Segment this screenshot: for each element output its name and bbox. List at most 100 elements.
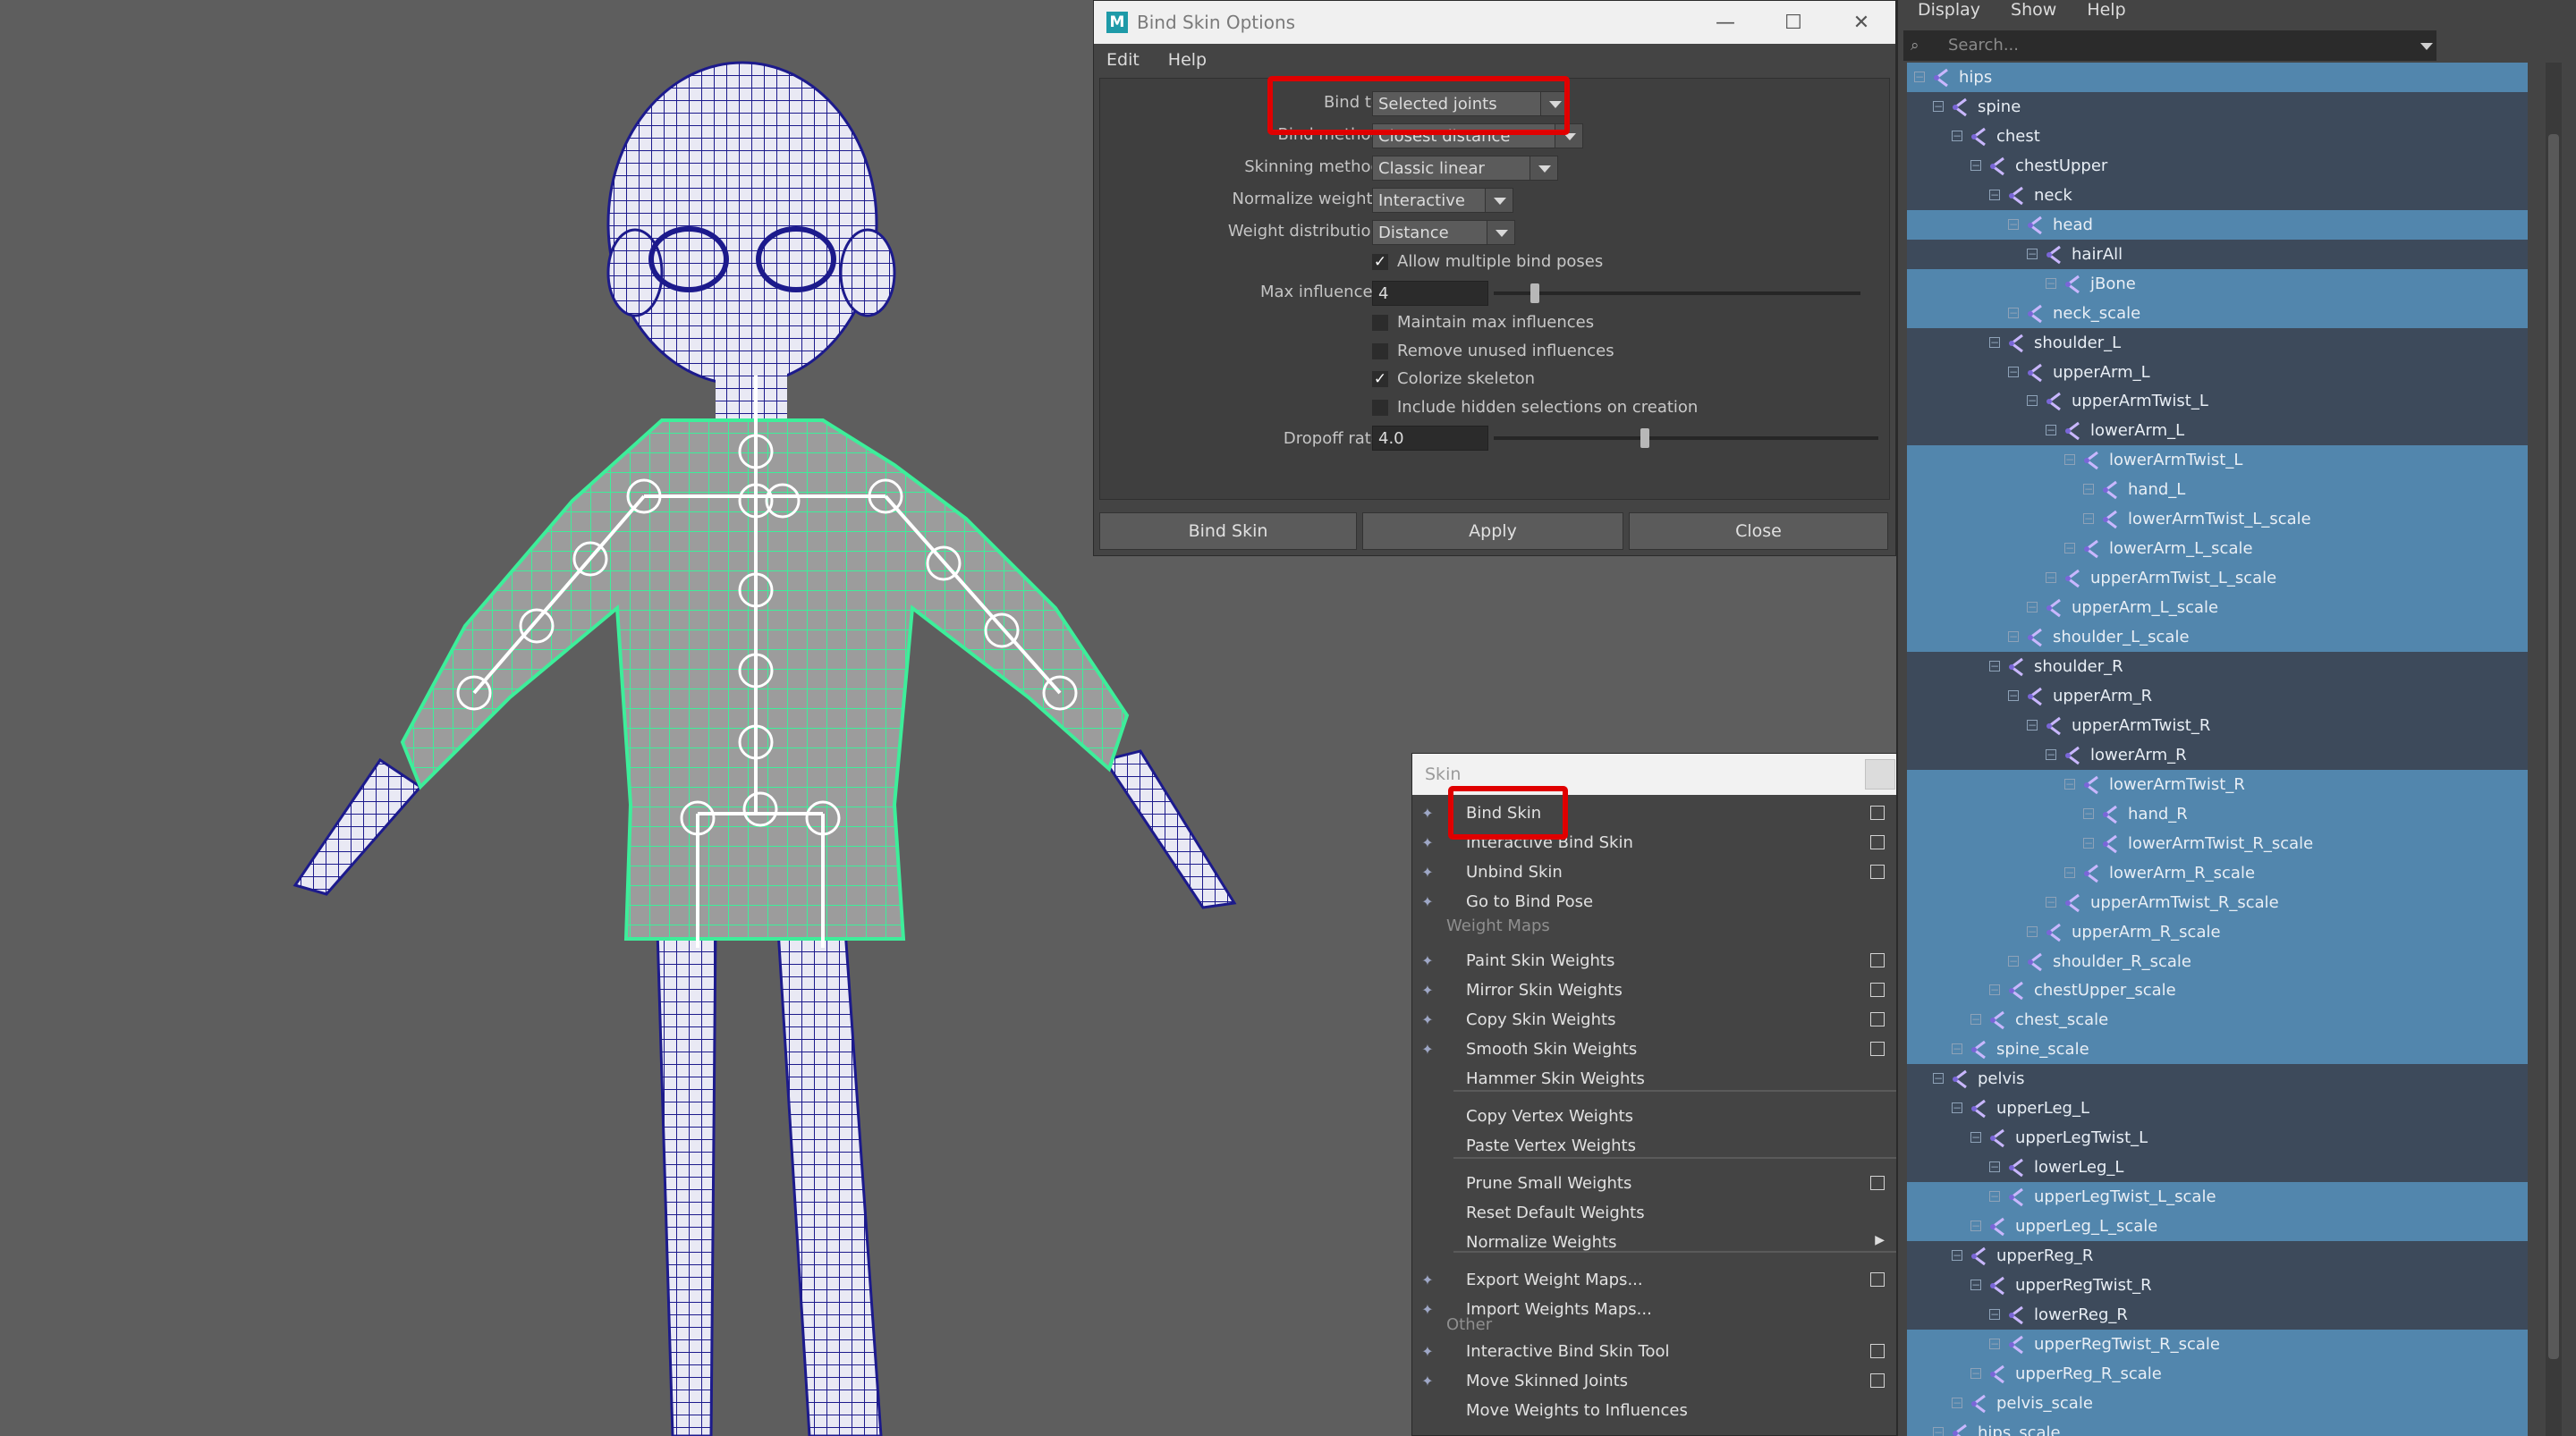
expand-toggle-icon[interactable]: − [1989,1309,2000,1320]
menu-edit[interactable]: Edit [1106,50,1140,70]
expand-toggle-icon[interactable]: − [1970,1014,1981,1025]
menu-item-reset-default-weights[interactable]: Reset Default Weights [1412,1198,1899,1228]
outliner-row[interactable]: − lowerArm_R [1907,740,2528,770]
option-box-icon[interactable] [1870,1373,1885,1388]
outliner-row[interactable]: − lowerLeg_L [1907,1153,2528,1182]
outliner-row[interactable]: − upperReg_R_scale [1907,1359,2528,1389]
option-box-icon[interactable] [1870,865,1885,879]
outliner-row[interactable]: − upperRegTwist_R [1907,1271,2528,1300]
skin-menu[interactable]: Skin ✦ Bind Skin ✦ Interactive Bind Skin ✦ Un… [1411,753,1900,1436]
expand-toggle-icon[interactable]: − [1933,1073,1944,1084]
expand-toggle-icon[interactable]: − [1989,984,2000,995]
skinning-method-dropdown[interactable]: Classic linear [1372,156,1558,181]
outliner-row[interactable]: − hips [1907,63,2528,92]
expand-toggle-icon[interactable]: − [1952,1250,1962,1261]
expand-toggle-icon[interactable]: − [2046,749,2056,760]
expand-toggle-icon[interactable]: − [2064,454,2075,465]
outliner-search-input[interactable]: ⌕ Search... [1903,30,2436,61]
expand-toggle-icon[interactable]: − [2008,690,2019,701]
outliner-row[interactable]: − lowerArm_R_scale [1907,858,2528,888]
option-box-icon[interactable] [1870,1272,1885,1287]
option-box-icon[interactable] [1870,1344,1885,1358]
expand-toggle-icon[interactable]: − [1970,1221,1981,1231]
outliner-row[interactable]: − hand_R [1907,799,2528,829]
expand-toggle-icon[interactable]: − [1952,1102,1962,1113]
expand-toggle-icon[interactable]: − [2027,395,2038,406]
expand-toggle-icon[interactable]: − [2027,720,2038,731]
menu-item-smooth-skin-weights[interactable]: ✦ Smooth Skin Weights [1412,1035,1899,1064]
bind-skin-button[interactable]: Bind Skin [1099,512,1357,550]
outliner-row[interactable]: − upperLeg_L_scale [1907,1212,2528,1241]
outliner-row[interactable]: − lowerArmTwist_R [1907,770,2528,799]
outliner-row[interactable]: − neck [1907,181,2528,210]
expand-toggle-icon[interactable]: − [2083,513,2094,524]
expand-toggle-icon[interactable]: − [2008,367,2019,377]
weight-distribution-dropdown[interactable]: Distance [1372,220,1515,245]
outliner-row[interactable]: − spine_scale [1907,1035,2528,1064]
menu-item-export-weight-maps[interactable]: ✦ Export Weight Maps... [1412,1265,1899,1295]
outliner-row[interactable]: − upperArm_L [1907,358,2528,387]
expand-toggle-icon[interactable]: − [1933,1427,1944,1436]
menu-item-move-weights-to-influences[interactable]: Move Weights to Influences [1412,1396,1899,1425]
expand-toggle-icon[interactable]: − [2064,543,2075,553]
menu-help[interactable]: Help [1168,50,1207,70]
expand-toggle-icon[interactable]: − [2083,484,2094,494]
expand-toggle-icon[interactable]: − [1970,160,1981,171]
outliner-row[interactable]: − upperArmTwist_L_scale [1907,563,2528,593]
expand-toggle-icon[interactable]: − [1970,1132,1981,1143]
outliner-row[interactable]: − lowerArm_L_scale [1907,534,2528,563]
menu-item-copy-vertex-weights[interactable]: Copy Vertex Weights [1412,1102,1899,1131]
menu-item-prune-small-weights[interactable]: Prune Small Weights [1412,1169,1899,1198]
expand-toggle-icon[interactable]: − [2008,308,2019,318]
outliner-row[interactable]: − hips_scale [1907,1418,2528,1436]
outliner-row[interactable]: − chest [1907,122,2528,151]
outliner-row[interactable]: − spine [1907,92,2528,122]
dropoff-rate-field[interactable]: 4.0 [1372,426,1488,451]
outliner-row[interactable]: − shoulder_R [1907,652,2528,681]
scrollbar-thumb[interactable] [2548,134,2559,1359]
outliner-row[interactable]: − upperRegTwist_R_scale [1907,1330,2528,1359]
expand-toggle-icon[interactable]: − [1952,1398,1962,1408]
expand-toggle-icon[interactable]: − [1989,1161,2000,1172]
expand-toggle-icon[interactable]: − [2027,602,2038,612]
option-box-icon[interactable] [1870,953,1885,967]
option-box-icon[interactable] [1870,983,1885,997]
outliner-row[interactable]: − upperLeg_L [1907,1094,2528,1123]
expand-toggle-icon[interactable]: − [2008,219,2019,230]
expand-toggle-icon[interactable]: − [2046,897,2056,908]
maximize-icon[interactable]: ☐ [1759,1,1827,44]
expand-toggle-icon[interactable]: − [1989,1191,2000,1202]
outliner-row[interactable]: − upperArmTwist_L [1907,386,2528,416]
expand-toggle-icon[interactable]: − [2083,808,2094,819]
outliner-row[interactable]: − neck_scale [1907,299,2528,328]
option-box-icon[interactable] [1870,1042,1885,1056]
option-box-icon[interactable] [1870,806,1885,820]
max-influences-slider-handle[interactable] [1530,283,1539,303]
outliner-row[interactable]: − upperLegTwist_L_scale [1907,1182,2528,1212]
outliner-row[interactable]: − chestUpper [1907,151,2528,181]
expand-toggle-icon[interactable]: − [1989,1339,2000,1349]
apply-button[interactable]: Apply [1362,512,1623,550]
expand-toggle-icon[interactable]: − [1970,1368,1981,1379]
menu-item-mirror-skin-weights[interactable]: ✦ Mirror Skin Weights [1412,976,1899,1005]
dropoff-rate-slider-handle[interactable] [1640,428,1649,448]
menu-show[interactable]: Show [2011,0,2056,21]
outliner-row[interactable]: − upperReg_R [1907,1241,2528,1271]
outliner-row[interactable]: − upperLegTwist_L [1907,1123,2528,1153]
expand-toggle-icon[interactable]: − [2008,631,2019,642]
menu-item-unbind-skin[interactable]: ✦ Unbind Skin [1412,857,1899,887]
option-box-icon[interactable] [1870,835,1885,849]
outliner-row[interactable]: − shoulder_L [1907,328,2528,358]
expand-toggle-icon[interactable]: − [2027,926,2038,937]
outliner-tree[interactable]: − hips − spine − chest − chestUpper − neck − head − h… [1907,63,2528,1436]
chevron-down-icon[interactable] [2420,43,2433,50]
menu-help[interactable]: Help [2087,0,2125,21]
tear-off-icon[interactable] [1865,759,1895,790]
outliner-row[interactable]: − upperArm_R_scale [1907,917,2528,947]
expand-toggle-icon[interactable]: − [2064,779,2075,790]
expand-toggle-icon[interactable]: − [2008,956,2019,967]
minimize-icon[interactable]: — [1691,1,1759,44]
expand-toggle-icon[interactable]: − [1933,101,1944,112]
option-box-icon[interactable] [1870,1176,1885,1190]
outliner-row[interactable]: − lowerArmTwist_R_scale [1907,829,2528,858]
